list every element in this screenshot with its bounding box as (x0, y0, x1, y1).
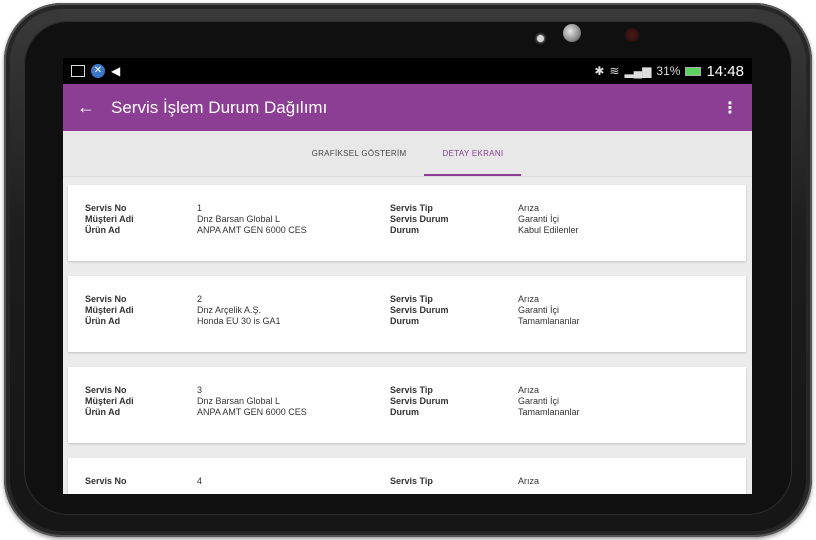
servis-tip-value: Arıza (518, 385, 540, 395)
servis-durum-value: Garanti İçi (518, 305, 560, 315)
servis-no-value: 2 (197, 294, 203, 304)
servis-durum-value: Garanti İçi (518, 214, 560, 224)
musteri-adi-label: Müşteri Adi (85, 305, 134, 315)
musteri-adi-value: Dnz Barsan Global L (197, 396, 281, 406)
servis-no-value: 1 (197, 203, 203, 213)
battery-percent: 31% (656, 64, 681, 78)
servis-tip-value: Arıza (518, 476, 540, 486)
bluetooth-icon: ✱ (594, 64, 605, 78)
servis-no-label: Servis No (85, 476, 127, 486)
servis-tip-label: Servis Tip (390, 476, 433, 486)
battery-icon (685, 66, 702, 76)
durum-label: Durum (390, 316, 419, 326)
list-item[interactable]: Servis No Müşteri Adi Ürün Ad 3 Dnz Bars… (68, 367, 746, 443)
servis-no-value: 4 (197, 476, 203, 486)
overflow-menu-icon[interactable]: ⋮ (722, 98, 738, 118)
servis-tip-value: Arıza (518, 294, 540, 304)
app-screen: ✕ ◀ ✱ ≋ ▂▄▆ 31% 14:48 ← Servis İşlem Dur… (63, 58, 752, 494)
signal-icon: ▂▄▆ (624, 64, 652, 78)
servis-tip-label: Servis Tip (390, 294, 433, 304)
wifi-icon: ≋ (609, 64, 620, 78)
servis-no-label: Servis No (85, 294, 127, 304)
servis-tip-label: Servis Tip (390, 203, 433, 213)
servis-durum-label: Servis Durum (390, 214, 449, 224)
durum-label: Durum (390, 407, 419, 417)
servis-tip-value: Arıza (518, 203, 540, 213)
durum-value: Tamamlananlar (518, 407, 580, 417)
clock: 14:48 (706, 62, 744, 80)
urun-ad-label: Ürün Ad (85, 407, 121, 417)
tab-bar: GRAFİKSEL GÖSTERİM DETAY EKRANI (63, 131, 752, 177)
musteri-adi-value: Dnz Barsan Global L (197, 214, 281, 224)
notification-led (625, 28, 639, 42)
tab-detay-ekrani[interactable]: DETAY EKRANI (424, 131, 522, 176)
urun-ad-value: ANPA AMT GEN 6000 CES (197, 407, 307, 417)
urun-ad-value: ANPA AMT GEN 6000 CES (197, 225, 307, 235)
servis-durum-value: Garanti İçi (518, 396, 560, 406)
status-bar: ✕ ◀ ✱ ≋ ▂▄▆ 31% 14:48 (63, 58, 752, 84)
servis-durum-label: Servis Durum (390, 396, 449, 406)
list-item[interactable]: Servis No 4 Servis Tip Arıza (68, 458, 746, 494)
page-title: Servis İşlem Durum Dağılımı (111, 97, 328, 117)
musteri-adi-label: Müşteri Adi (85, 396, 134, 406)
servis-no-value: 3 (197, 385, 203, 395)
urun-ad-label: Ürün Ad (85, 225, 121, 235)
urun-ad-value: Honda EU 30 is GA1 (197, 316, 281, 326)
gallery-icon (71, 65, 85, 77)
app-toolbar: ← Servis İşlem Durum Dağılımı ⋮ (63, 84, 752, 131)
durum-label: Durum (390, 225, 419, 235)
musteri-adi-value: Dnz Arçelik A.Ş. (197, 305, 262, 315)
servis-no-label: Servis No (85, 385, 127, 395)
proximity-sensor (537, 35, 544, 42)
durum-value: Kabul Edilenler (518, 225, 579, 235)
front-camera (563, 24, 581, 42)
list-item[interactable]: Servis No Müşteri Adi Ürün Ad 2 Dnz Arçe… (68, 276, 746, 352)
app-notification-icon: ✕ (91, 64, 105, 78)
servis-tip-label: Servis Tip (390, 385, 433, 395)
send-icon: ◀ (111, 64, 121, 78)
musteri-adi-label: Müşteri Adi (85, 214, 134, 224)
urun-ad-label: Ürün Ad (85, 316, 121, 326)
back-arrow-icon[interactable]: ← (77, 97, 111, 118)
durum-value: Tamamlananlar (518, 316, 580, 326)
tab-grafiksel-gosterim[interactable]: GRAFİKSEL GÖSTERİM (294, 131, 425, 176)
servis-durum-label: Servis Durum (390, 305, 449, 315)
list-item[interactable]: Servis No Müşteri Adi Ürün Ad 1 Dnz Bars… (68, 185, 746, 261)
servis-no-label: Servis No (85, 203, 127, 213)
service-list: Servis No Müşteri Adi Ürün Ad 1 Dnz Bars… (63, 177, 752, 494)
